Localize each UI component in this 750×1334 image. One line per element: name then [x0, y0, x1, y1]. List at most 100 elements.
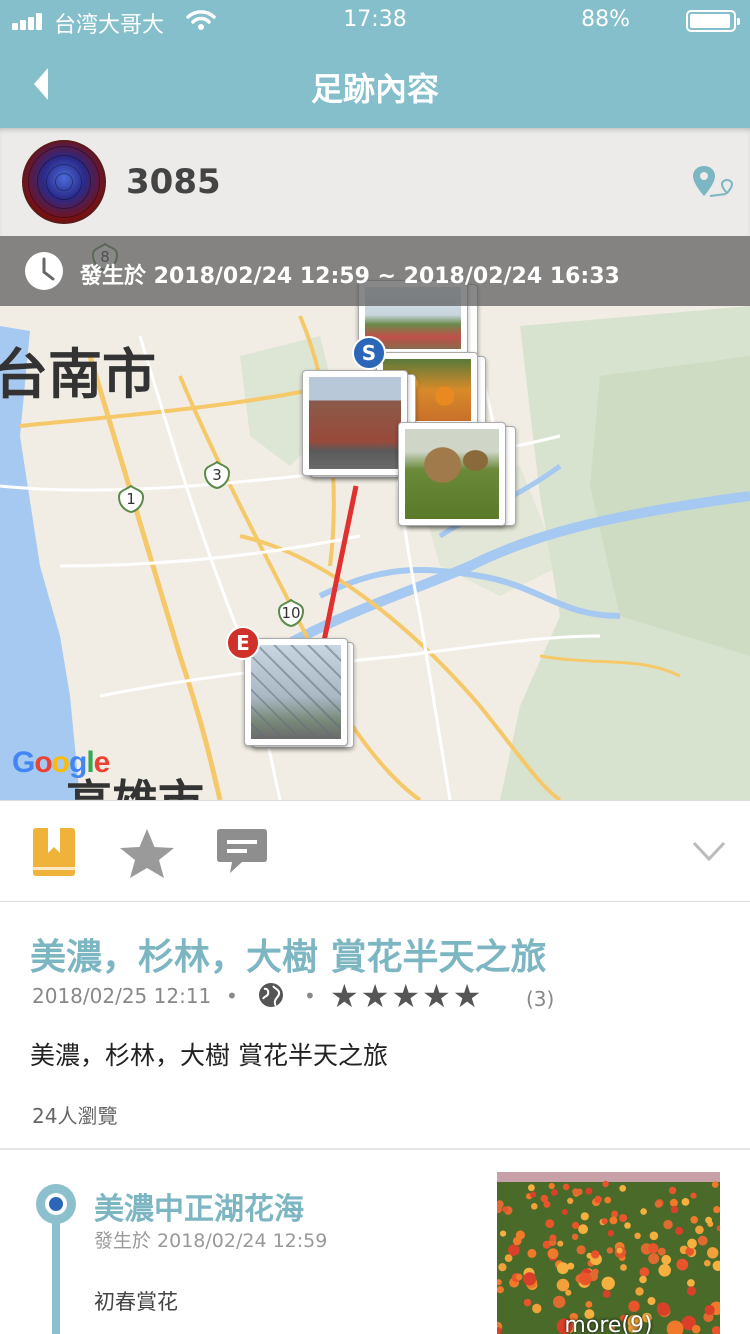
flower-dot [515, 1273, 523, 1281]
flower-dot [572, 1188, 579, 1195]
flower-dot [635, 1287, 644, 1296]
flower-dot [557, 1240, 564, 1247]
trip-date: 2018/02/25 12:11 [32, 984, 212, 1008]
comment-icon[interactable] [216, 827, 268, 875]
route-shield-label: 3 [212, 466, 222, 484]
flower-dot [579, 1272, 592, 1286]
flower-dot [497, 1286, 504, 1294]
flower-dot [619, 1214, 628, 1222]
rating-count: (3) [526, 987, 555, 1011]
flower-dot [639, 1267, 650, 1277]
top-bar: 台湾大哥大 17:38 88% 足跡內容 [0, 0, 750, 128]
trip-description: 美濃，杉林，大樹 賞花半天之旅 [30, 1041, 388, 1070]
flower-dot [606, 1247, 614, 1254]
route-shield-label: 1 [126, 490, 136, 508]
flower-dot [550, 1189, 558, 1196]
bookmark-icon[interactable] [32, 827, 76, 877]
flower-dot [594, 1195, 602, 1204]
star-icon[interactable] [116, 827, 178, 879]
flower-dot [602, 1289, 611, 1298]
spot-note: 初春賞花 [94, 1290, 178, 1314]
flower-dot [527, 1248, 537, 1258]
flower-dot [562, 1183, 570, 1191]
flower-dot [549, 1234, 557, 1242]
start-marker[interactable]: S [352, 336, 386, 370]
photo-marker[interactable] [398, 422, 518, 528]
flower-dot [648, 1243, 659, 1254]
flower-dot [578, 1224, 588, 1235]
flower-dot [504, 1254, 513, 1262]
flower-dot [690, 1216, 698, 1224]
flower-dot [685, 1247, 694, 1256]
flower-dot [619, 1185, 627, 1192]
meta-separator: • [226, 984, 238, 1008]
flower-dot [648, 1253, 660, 1265]
flower-dot [639, 1275, 647, 1284]
flower-dot [523, 1272, 537, 1286]
flower-dot [669, 1198, 678, 1207]
flower-dot [557, 1262, 569, 1275]
flower-dot [601, 1218, 608, 1225]
clock-icon [25, 252, 63, 290]
flower-dot [670, 1205, 679, 1214]
timeline-dot [36, 1184, 76, 1224]
route-shield-icon: 3 [202, 460, 232, 490]
flower-dot [571, 1233, 579, 1240]
flower-dot [658, 1264, 671, 1277]
spot-title[interactable]: 美濃中正湖花海 [94, 1184, 304, 1228]
flower-dot [531, 1203, 538, 1210]
flower-dot [502, 1206, 509, 1213]
flower-dot [690, 1192, 697, 1199]
spot-time: 發生於 2018/02/24 12:59 [94, 1230, 328, 1252]
meta-separator: • [304, 984, 316, 1008]
flower-dot [687, 1238, 697, 1249]
chevron-down-icon[interactable] [692, 841, 726, 861]
flower-dot [705, 1216, 712, 1224]
route-shield-icon: 10 [276, 598, 306, 628]
city-label-tainan: 台南市 [0, 343, 156, 406]
flower-dot [668, 1186, 677, 1195]
flower-dot [576, 1245, 586, 1255]
map-pin-icon[interactable] [692, 164, 736, 200]
route-shield-icon: 1 [116, 484, 146, 514]
flower-dot [607, 1230, 614, 1237]
flower-dot [647, 1297, 656, 1305]
flower-dot [624, 1222, 631, 1229]
flower-dot [602, 1180, 609, 1188]
spot-photo[interactable]: more(9) [497, 1172, 720, 1334]
flower-dot [616, 1247, 623, 1254]
flower-dot [548, 1182, 555, 1190]
flower-dot [604, 1196, 612, 1204]
action-toolbar [0, 800, 750, 902]
flower-dot [585, 1301, 593, 1308]
username[interactable]: 3085 [126, 162, 221, 202]
more-photos-link[interactable]: more(9) [497, 1313, 720, 1334]
avatar[interactable] [22, 140, 106, 224]
flower-dot [681, 1198, 690, 1206]
flower-dot [585, 1187, 593, 1195]
flower-dot [529, 1191, 537, 1198]
flower-dot [676, 1258, 689, 1271]
flower-dot [611, 1210, 619, 1218]
flower-dot [498, 1263, 507, 1272]
page-title: 足跡內容 [310, 70, 439, 108]
flower-dot [567, 1197, 574, 1204]
flower-photo [497, 1172, 720, 1334]
flower-dot [640, 1208, 647, 1215]
battery-icon [686, 10, 740, 32]
google-logo: Google [12, 746, 110, 779]
flower-dot [686, 1286, 697, 1296]
end-marker[interactable]: E [226, 626, 260, 660]
flower-dot [545, 1219, 555, 1228]
battery-percent: 88% [581, 7, 630, 32]
flower-dot [697, 1235, 708, 1246]
flower-dot [556, 1278, 570, 1292]
flower-dot [523, 1298, 532, 1307]
trip-map[interactable]: 台南市 高雄市 8 3 1 10 [0, 236, 750, 800]
flower-dot [591, 1250, 600, 1259]
rating-stars[interactable]: ★★★★★ [330, 977, 483, 1015]
flower-dot [540, 1194, 549, 1203]
status-bar: 台湾大哥大 17:38 88% [0, 0, 750, 40]
photo-marker[interactable] [244, 638, 356, 750]
flower-dot [528, 1184, 535, 1192]
